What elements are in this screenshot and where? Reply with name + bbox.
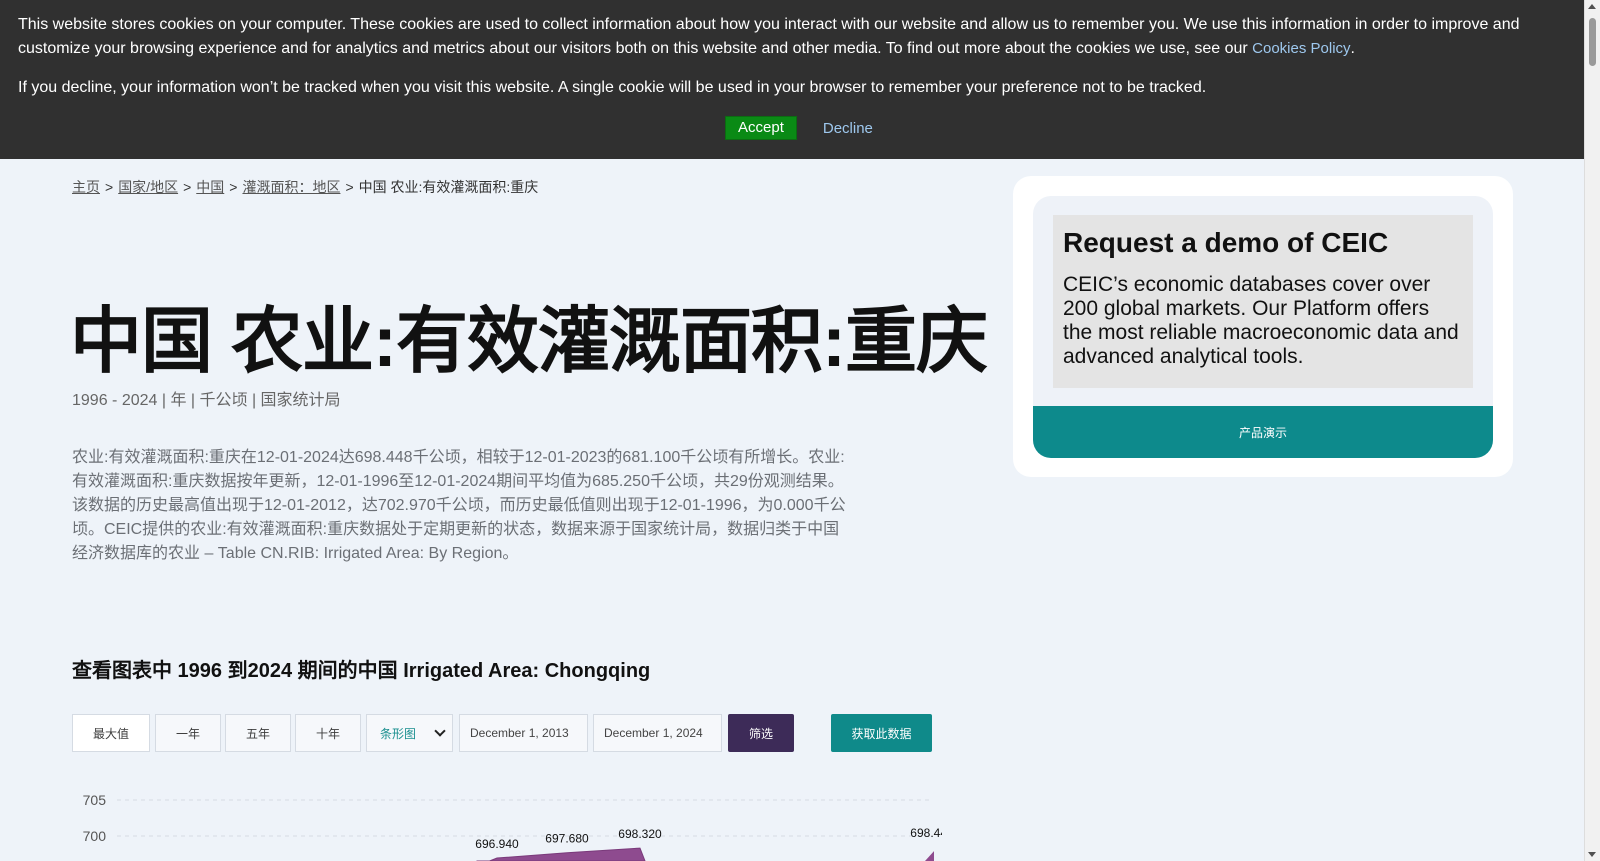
range-10y-button[interactable]: 十年 — [295, 714, 361, 752]
cookie-text-end: . — [1350, 40, 1355, 57]
data-label: 697.680 — [545, 832, 589, 846]
chart-type-select[interactable]: 条形图 — [366, 714, 453, 752]
breadcrumb-current: 中国 农业:有效灌溉面积:重庆 — [358, 179, 539, 195]
y-tick-label: 705 — [83, 792, 107, 808]
breadcrumb-countries[interactable]: 国家/地区 — [118, 179, 178, 195]
chart-area: 705 700 696.940 697.680 698.320 698.448 — [83, 792, 942, 861]
series-description: 农业:有效灌溉面积:重庆在12-01-2024达698.448千公顷，相较于12… — [72, 449, 846, 562]
range-max-button[interactable]: 最大值 — [72, 714, 150, 752]
demo-text-box: Request a demo of CEIC CEIC’s economic d… — [1053, 215, 1473, 388]
breadcrumb-china[interactable]: 中国 — [196, 179, 224, 195]
data-label: 698.320 — [618, 827, 662, 841]
breadcrumb-separator: > — [229, 179, 238, 195]
demo-body: CEIC’s economic databases cover over 200… — [1063, 273, 1459, 368]
y-tick-label: 700 — [83, 828, 107, 844]
breadcrumb-irrigated-area[interactable]: 灌溉面积：地区 — [242, 179, 340, 195]
page-title: 中国 农业:有效灌溉面积:重庆 — [70, 302, 988, 382]
get-data-button[interactable]: 获取此数据 — [831, 714, 932, 752]
page-scrollbar[interactable] — [1584, 0, 1600, 861]
decline-button[interactable]: Decline — [817, 119, 879, 138]
breadcrumb-separator: > — [183, 179, 192, 195]
scroll-down-arrow-icon[interactable] — [1588, 852, 1596, 857]
breadcrumb: 主页 > 国家/地区 > 中国 > 灌溉面积：地区 > 中国 农业:有效灌溉面积:重庆 — [72, 177, 538, 197]
chart-section-title: 查看图表中 1996 到2024 期间的中国 Irrigated Area: C… — [72, 660, 651, 682]
date-from-input[interactable]: December 1, 2013 — [459, 714, 588, 752]
cookie-buttons: Accept Decline — [725, 116, 879, 140]
cookie-banner: This website stores cookies on your comp… — [0, 0, 1585, 159]
cookie-text: This website stores cookies on your comp… — [18, 13, 1567, 61]
chart-type-value: 条形图 — [380, 726, 417, 741]
data-label: 696.940 — [475, 837, 519, 851]
breadcrumb-separator: > — [105, 179, 114, 195]
scrollbar-thumb[interactable] — [1589, 18, 1596, 66]
breadcrumb-separator: > — [345, 179, 354, 195]
series-meta: 1996 - 2024 | 年 | 千公顷 | 国家统计局 — [72, 392, 341, 409]
data-label: 698.448 — [910, 826, 942, 840]
series-area-end — [925, 851, 934, 861]
accept-button[interactable]: Accept — [725, 116, 797, 140]
range-5y-button[interactable]: 五年 — [225, 714, 291, 752]
date-to-input[interactable]: December 1, 2024 — [593, 714, 722, 752]
breadcrumb-home[interactable]: 主页 — [72, 179, 100, 195]
filter-button[interactable]: 筛选 — [728, 714, 794, 752]
demo-heading: Request a demo of CEIC — [1063, 227, 1389, 258]
demo-card-inner: Request a demo of CEIC CEIC’s economic d… — [1033, 196, 1493, 458]
cookie-decline-text: If you decline, your information won’t b… — [18, 79, 1207, 96]
scroll-up-arrow-icon[interactable] — [1588, 4, 1596, 9]
cookies-policy-link[interactable]: Cookies Policy — [1252, 40, 1350, 57]
demo-card: Request a demo of CEIC CEIC’s economic d… — [1013, 176, 1513, 477]
product-demo-button[interactable]: 产品演示 — [1033, 406, 1493, 458]
range-1y-button[interactable]: 一年 — [155, 714, 221, 752]
chevron-down-icon — [434, 725, 446, 737]
